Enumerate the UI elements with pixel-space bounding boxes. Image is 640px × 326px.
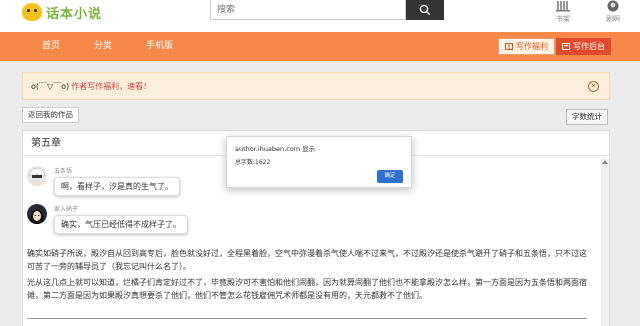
logo-text: 话本小说 — [46, 6, 103, 22]
user-label: 剧啊 — [606, 15, 620, 23]
nav-category[interactable]: 分类 — [94, 32, 112, 61]
message-author: 五条悟 — [54, 168, 73, 175]
main-nav: 首页 分类 手机版 写作福利 写作后台 — [0, 32, 640, 61]
nav-home[interactable]: 首页 — [42, 32, 60, 61]
scrollbar[interactable] — [601, 158, 609, 326]
bookshelf-icon — [556, 1, 570, 12]
paragraph: 确实如硝子所说，殿汐自从回到高专后，脸色就没好过，全程黑着脸，空气中弥漫着杀气使… — [27, 249, 587, 271]
message-bubble: 啊，看样子，汐是真的生气了。 — [54, 177, 180, 196]
user-icons: 书架 剧啊 — [538, 0, 638, 24]
top-header: 话本小说 书架 剧啊 — [0, 0, 640, 32]
site-logo[interactable]: 话本小说 — [22, 0, 102, 24]
logo-mascot-icon — [22, 3, 42, 21]
gift-icon — [505, 43, 513, 50]
message-bubble: 确实，气压已经低得不成样子了。 — [54, 215, 188, 234]
dialog-title: author.ihuaben.com 显示 — [235, 145, 316, 153]
writing-backend-button[interactable]: 写作后台 — [556, 38, 611, 55]
alert-dialog: author.ihuaben.com 显示 总字数:1622 确定 — [226, 136, 412, 188]
dialog-ok-button[interactable]: 确定 — [377, 170, 403, 183]
dashboard-icon — [562, 43, 570, 50]
writing-welfare-label: 写作福利 — [516, 42, 548, 51]
back-to-works-button[interactable]: 返回我的作品 — [22, 107, 79, 123]
avatar — [27, 204, 47, 224]
bookshelf-link[interactable]: 书架 — [538, 0, 588, 24]
user-profile-link[interactable]: 剧啊 — [588, 0, 638, 24]
welfare-alert: o(￣▽￣o) 作者写作福利，速看！ ✕ — [22, 72, 610, 100]
alert-text[interactable]: 作者写作福利，速看！ — [71, 81, 151, 92]
search-input[interactable] — [210, 0, 406, 20]
avatar — [27, 166, 47, 186]
bookshelf-label: 书架 — [556, 15, 570, 23]
gojo-avatar-icon — [27, 166, 47, 186]
scroll-up-icon[interactable] — [602, 160, 608, 164]
writing-welfare-button[interactable]: 写作福利 — [498, 38, 555, 55]
nav-mobile[interactable]: 手机版 — [146, 32, 173, 61]
search-button[interactable] — [406, 0, 444, 20]
search-icon — [419, 4, 431, 16]
word-count-button[interactable]: 字数统计 — [566, 109, 608, 125]
close-icon[interactable]: ✕ — [588, 81, 599, 92]
chat-message: 五条悟 啊，看样子，汐是真的生气了。 — [27, 166, 180, 196]
divider — [27, 318, 587, 319]
search-bar — [210, 0, 444, 20]
writing-backend-label: 写作后台 — [573, 42, 605, 51]
avatar-icon — [607, 0, 619, 12]
chat-message: 家入硝子 确实，气压已经低得不成样子了。 — [27, 204, 188, 234]
dialog-message: 总字数:1622 — [235, 159, 271, 166]
message-author: 家入硝子 — [54, 206, 79, 213]
paragraph: 光从这几点上就可以知道，烂橘子们肯定好过不了，毕竟殿汐可不害怕和他们闹翻，因为就… — [27, 278, 587, 300]
alert-emoticon: o(￣▽￣o) — [31, 81, 70, 91]
shoko-avatar-icon — [27, 204, 47, 224]
